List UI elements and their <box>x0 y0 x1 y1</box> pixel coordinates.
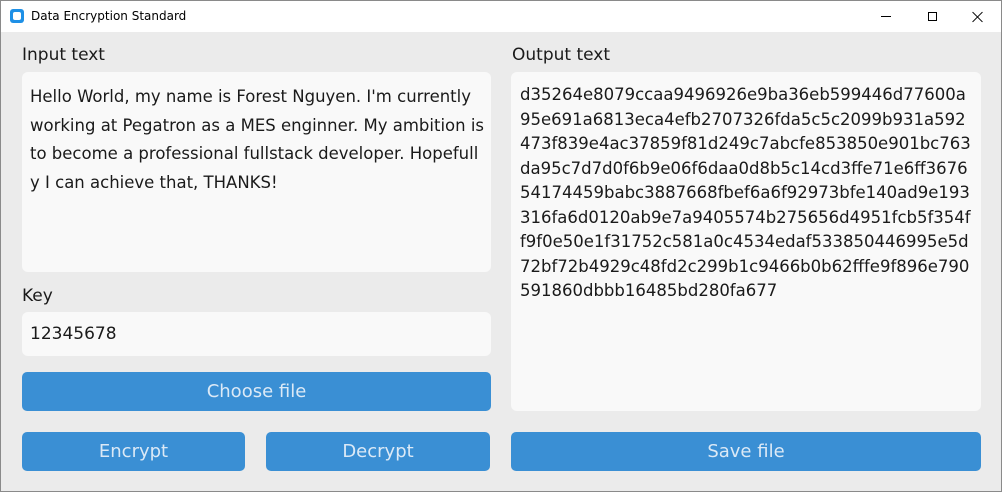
choose-file-button[interactable]: Choose file <box>22 372 491 411</box>
decrypt-button[interactable]: Decrypt <box>266 432 490 471</box>
app-icon <box>10 9 24 23</box>
title-bar: Data Encryption Standard <box>1 1 1001 32</box>
encrypt-button[interactable]: Encrypt <box>22 432 245 471</box>
key-label: Key <box>22 286 53 306</box>
output-text-area[interactable]: d35264e8079ccaa9496926e9ba36eb599446d776… <box>511 72 981 411</box>
maximize-button[interactable] <box>909 1 955 32</box>
input-text-label: Input text <box>22 45 105 65</box>
key-input[interactable]: 12345678 <box>22 312 491 356</box>
input-text-area[interactable]: Hello World, my name is Forest Nguyen. I… <box>22 72 491 272</box>
close-icon <box>972 11 984 23</box>
window-title: Data Encryption Standard <box>31 9 187 23</box>
app-window: Data Encryption Standard Input text Hell… <box>0 0 1002 492</box>
minimize-button[interactable] <box>863 1 909 32</box>
output-text-label: Output text <box>512 45 611 65</box>
close-button[interactable] <box>955 1 1001 32</box>
minimize-icon <box>881 16 891 17</box>
maximize-icon <box>927 12 937 21</box>
save-file-button[interactable]: Save file <box>511 432 981 471</box>
